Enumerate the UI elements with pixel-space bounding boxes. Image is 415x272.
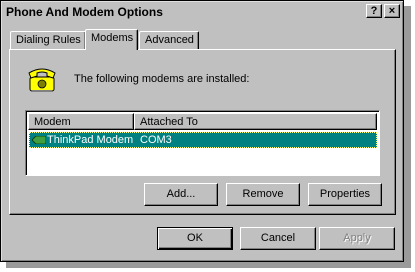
tab-modems[interactable]: Modems: [85, 29, 139, 50]
window-shadow-bottom: [6, 262, 411, 268]
modem-icon: [32, 136, 46, 144]
add-button[interactable]: Add...: [144, 183, 218, 206]
modem-port: COM3: [140, 134, 172, 146]
close-icon: ×: [388, 5, 396, 17]
tab-advanced-label: Advanced: [145, 34, 194, 46]
ok-button-label: OK: [187, 232, 203, 244]
ok-button[interactable]: OK: [157, 227, 233, 250]
modem-name: ThinkPad Modem: [47, 134, 134, 146]
window-title: Phone And Modem Options: [6, 5, 163, 19]
title-bar[interactable]: Phone And Modem Options ? ×: [3, 3, 401, 21]
properties-button-label: Properties: [319, 188, 371, 200]
window-shadow-right: [404, 6, 411, 268]
add-button-label: Add...: [166, 188, 196, 200]
column-header-modem[interactable]: Modem: [28, 113, 134, 130]
cancel-button-label: Cancel: [260, 232, 296, 244]
column-header-attached-to-label: Attached To: [140, 116, 198, 128]
phone-modem-dialog: Phone And Modem Options ? × Dialing Rule…: [0, 0, 404, 262]
table-row[interactable]: ThinkPad Modem COM3: [29, 132, 377, 148]
modems-panel: The following modems are installed: Mode…: [9, 49, 396, 215]
column-header-attached-to[interactable]: Attached To: [134, 113, 377, 130]
properties-button[interactable]: Properties: [308, 183, 382, 206]
close-button[interactable]: ×: [384, 4, 400, 18]
help-icon: ?: [370, 5, 378, 17]
column-header-modem-label: Modem: [34, 116, 71, 128]
tab-modems-label: Modems: [91, 32, 134, 44]
remove-button-label: Remove: [242, 188, 284, 200]
cancel-button[interactable]: Cancel: [240, 227, 316, 250]
tab-advanced[interactable]: Advanced: [139, 31, 199, 49]
apply-button-label: Apply: [343, 232, 371, 244]
installed-modems-text: The following modems are installed:: [74, 73, 250, 85]
modem-list[interactable]: Modem Attached To ThinkPad Modem COM3: [25, 110, 380, 176]
tab-dialing-rules[interactable]: Dialing Rules: [10, 31, 86, 49]
telephone-icon: [28, 68, 56, 92]
apply-button[interactable]: Apply: [319, 227, 395, 250]
help-button[interactable]: ?: [366, 4, 382, 18]
remove-button[interactable]: Remove: [226, 183, 300, 206]
tab-dialing-rules-label: Dialing Rules: [16, 34, 81, 46]
